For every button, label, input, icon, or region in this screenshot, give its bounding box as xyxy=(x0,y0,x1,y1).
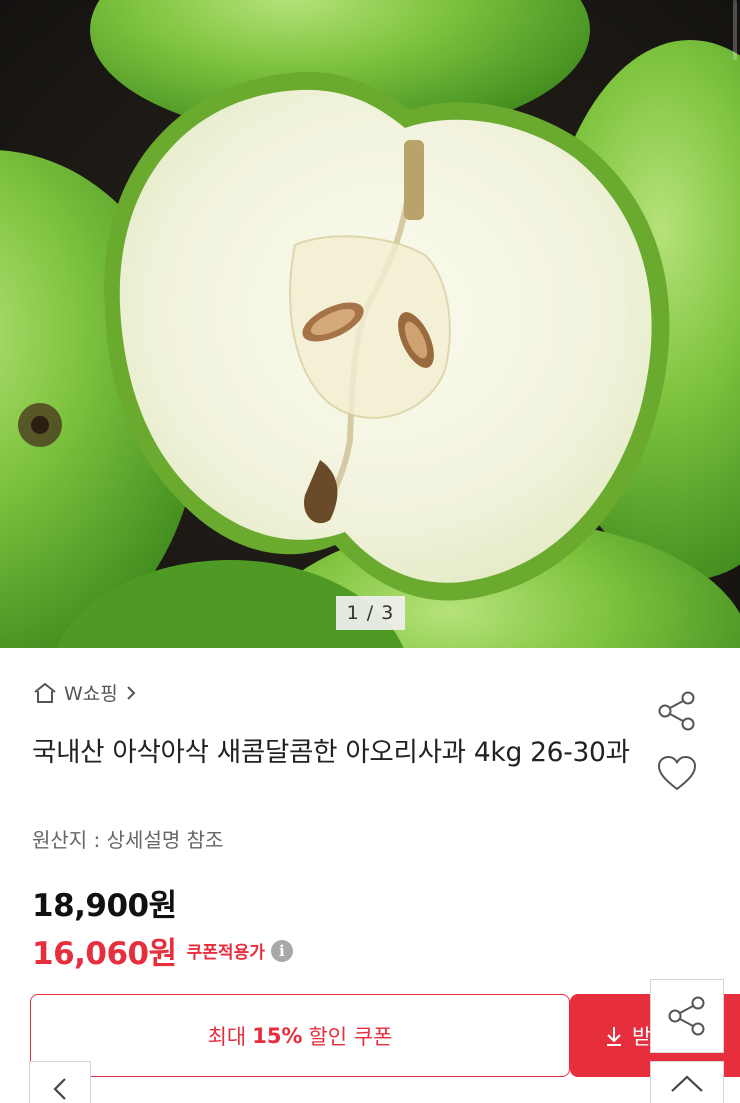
original-price: 18,900원 xyxy=(32,888,177,924)
coupon-prefix: 최대 xyxy=(207,1024,247,1049)
download-icon xyxy=(607,1026,621,1046)
coupon-price: 16,060원 xyxy=(32,936,177,972)
heart-icon xyxy=(658,756,696,790)
coupon-button[interactable]: 최대 15% 할인 쿠폰 xyxy=(30,994,570,1077)
product-title: 국내산 아삭아삭 새콤달콤한 아오리사과 4kg 26-30과 xyxy=(32,737,630,768)
coupon-price-label: 쿠폰적용가 xyxy=(186,943,265,963)
share-icon xyxy=(658,691,695,731)
scroll-to-top-button[interactable] xyxy=(650,1061,724,1103)
page-scrollbar[interactable] xyxy=(733,0,737,60)
store-link[interactable]: W쇼핑 xyxy=(32,679,138,706)
info-icon[interactable]: i xyxy=(270,939,293,962)
back-button[interactable] xyxy=(29,1061,91,1103)
wishlist-button[interactable] xyxy=(656,754,698,794)
chevron-right-icon xyxy=(127,685,136,700)
store-name: W쇼핑 xyxy=(64,683,118,705)
home-icon xyxy=(34,682,56,703)
coupon-percent: 15% xyxy=(252,1023,303,1048)
download-label: 받 xyxy=(632,1024,652,1049)
floating-share-button[interactable] xyxy=(650,979,724,1053)
product-image-gallery[interactable]: 1 / 3 xyxy=(0,0,740,648)
image-counter: 1 / 3 xyxy=(336,596,405,630)
share-button[interactable] xyxy=(656,690,698,732)
chevron-left-icon xyxy=(53,1078,66,1100)
chevron-up-icon xyxy=(671,1075,703,1092)
share-icon xyxy=(668,996,705,1036)
apple-photo xyxy=(0,0,740,648)
sale-price-row: 16,060원 쿠폰적용가 i xyxy=(32,928,293,973)
product-origin: 원산지 : 상세설명 참조 xyxy=(32,828,224,852)
coupon-suffix: 할인 쿠폰 xyxy=(308,1024,393,1049)
